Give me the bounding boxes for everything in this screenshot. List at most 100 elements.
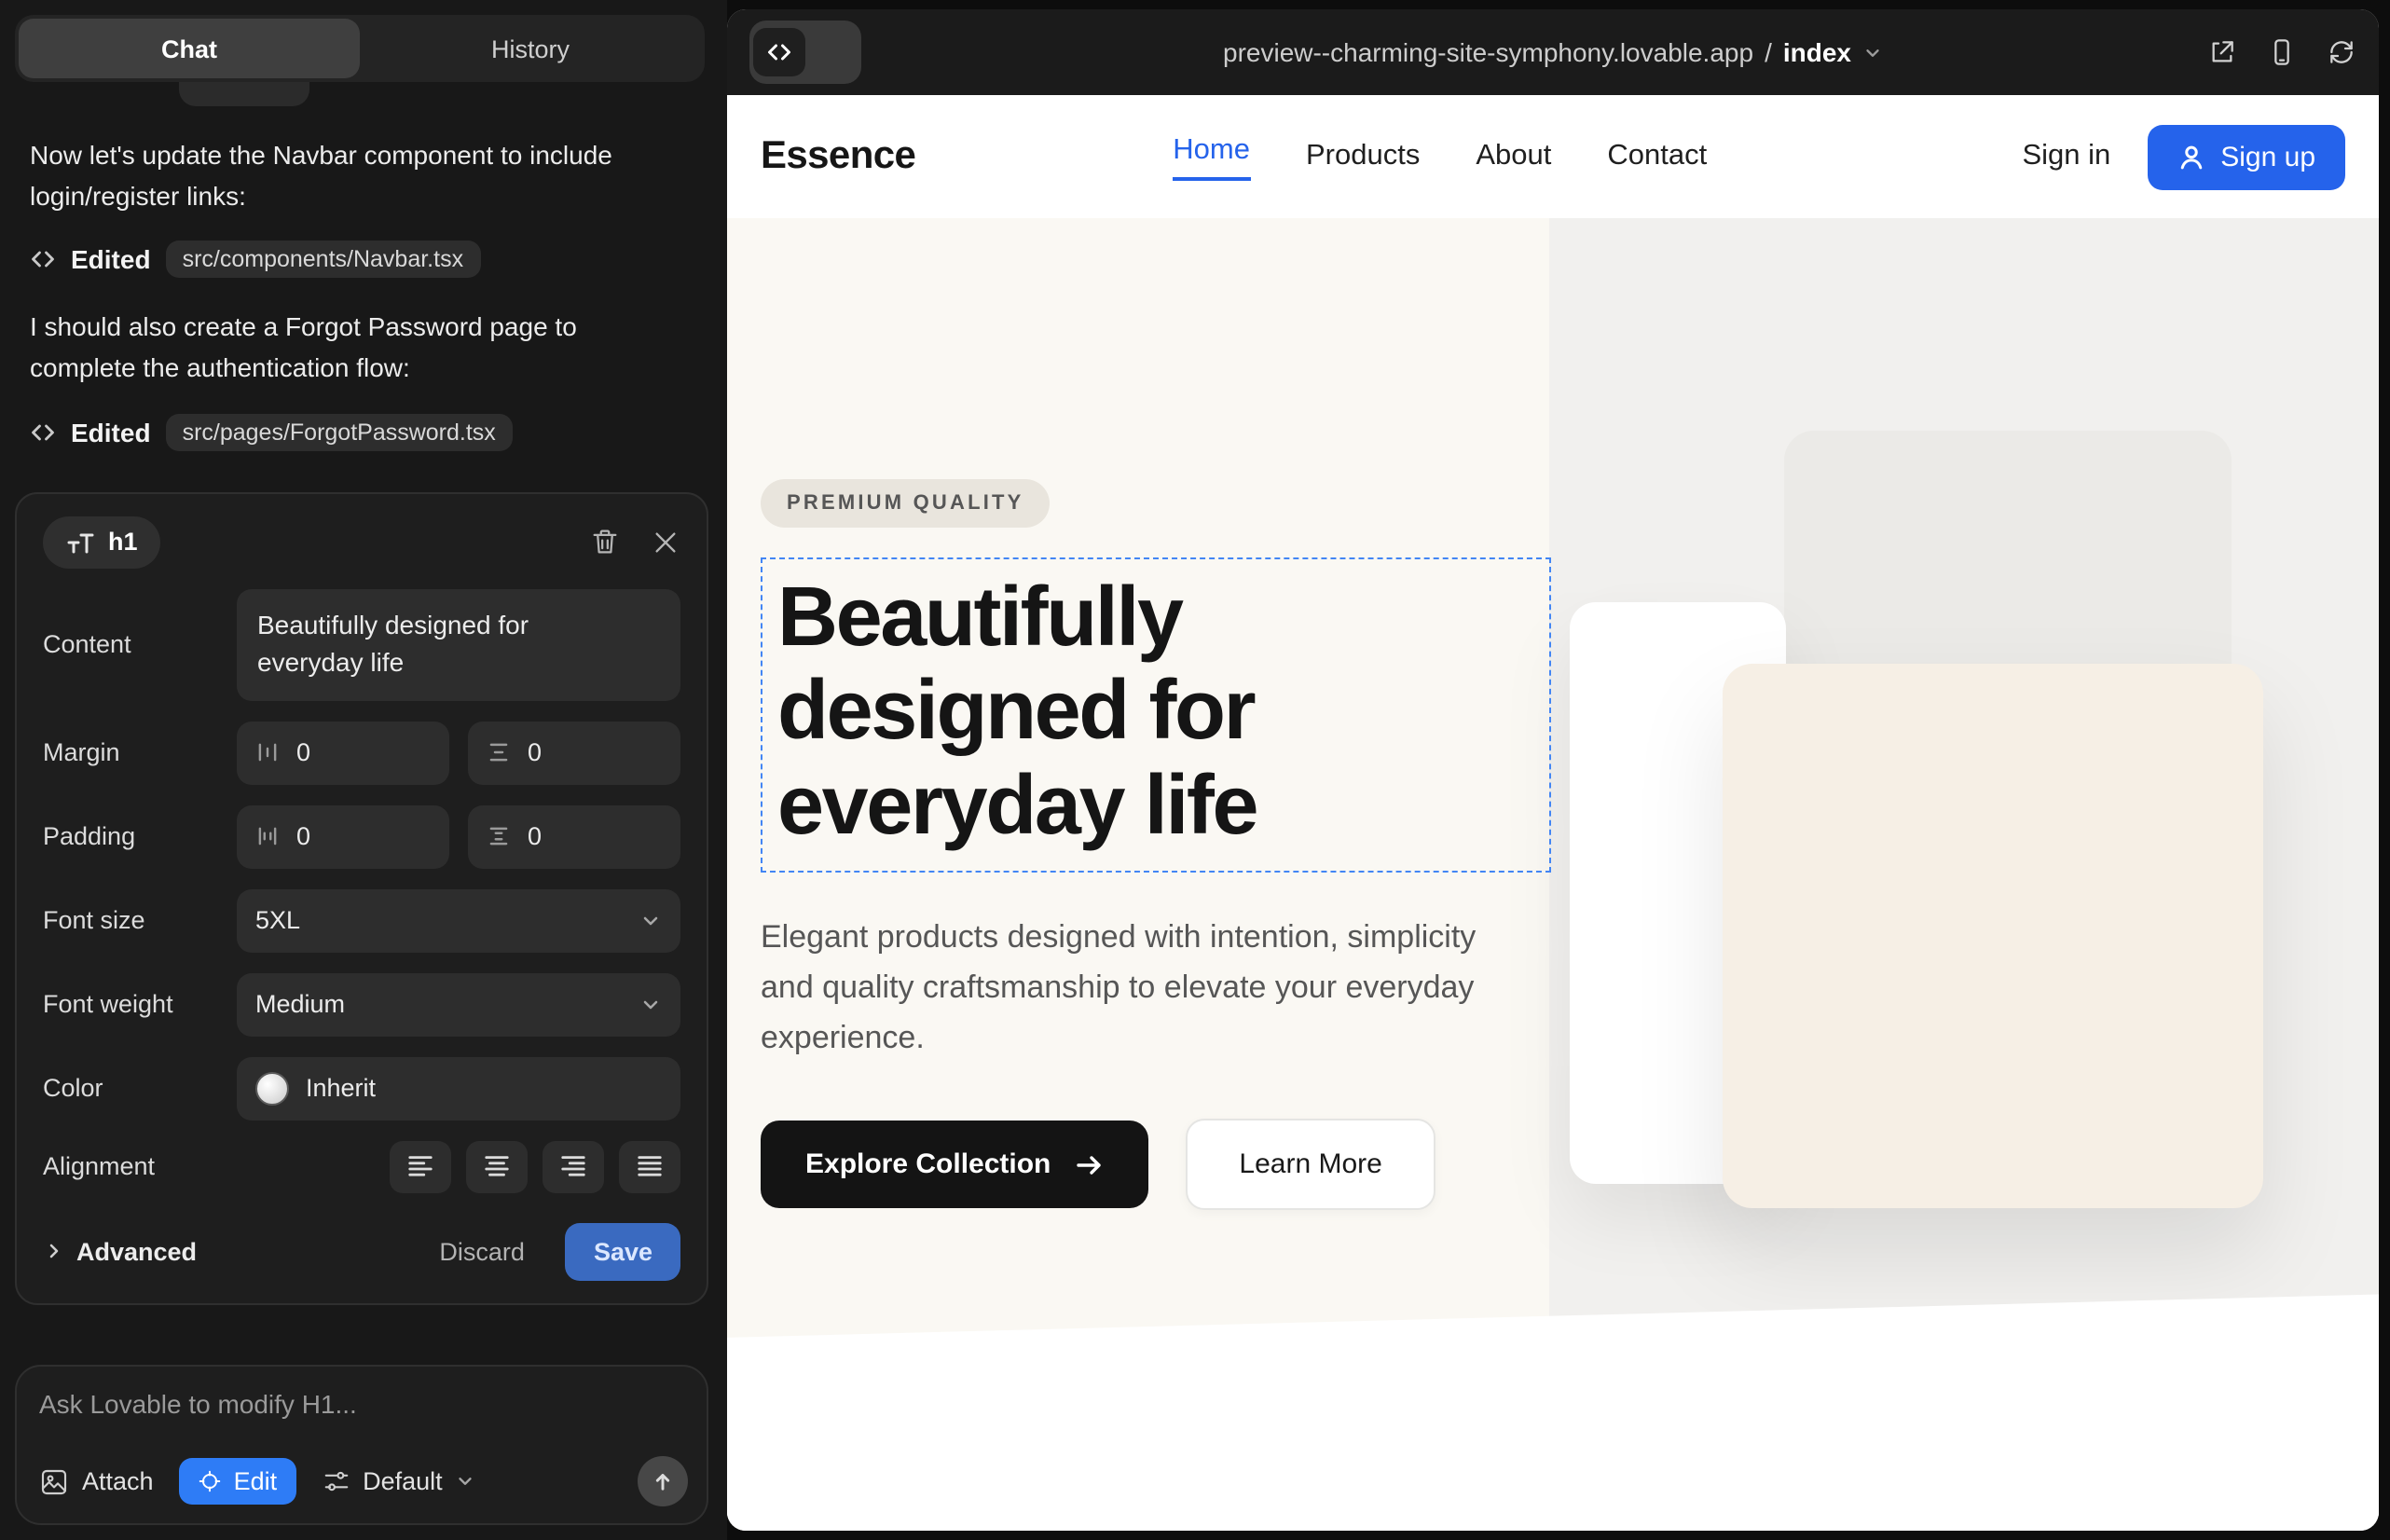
- padding-x-input[interactable]: 0: [237, 805, 449, 869]
- edit-mode-label: Edit: [234, 1467, 278, 1495]
- content-input[interactable]: Beautifully designed for everyday life: [237, 589, 680, 701]
- nav-link-home[interactable]: Home: [1173, 133, 1250, 180]
- font-size-select[interactable]: 5XL: [237, 889, 680, 953]
- margin-x-input[interactable]: 0: [237, 722, 449, 785]
- truncated-chip: [179, 82, 309, 106]
- color-select[interactable]: Inherit: [237, 1057, 680, 1121]
- color-row: Color Inherit: [43, 1057, 680, 1121]
- align-left-button[interactable]: [390, 1141, 451, 1193]
- send-button[interactable]: [638, 1456, 688, 1506]
- trash-icon: [589, 527, 621, 558]
- advanced-label: Advanced: [76, 1238, 197, 1266]
- align-center-icon: [483, 1153, 511, 1181]
- font-weight-row: Font weight Medium: [43, 973, 680, 1037]
- margin-x-value: 0: [296, 739, 310, 767]
- mobile-view-button[interactable]: [2267, 37, 2297, 67]
- code-view-toggle[interactable]: [749, 21, 861, 84]
- edit-mode-button[interactable]: Edit: [180, 1458, 296, 1505]
- explore-collection-label: Explore Collection: [805, 1148, 1051, 1180]
- nav-link-products[interactable]: Products: [1306, 140, 1420, 173]
- alignment-row: Alignment: [43, 1141, 680, 1193]
- explore-collection-button[interactable]: Explore Collection: [761, 1121, 1147, 1208]
- edited-label: Edited: [71, 245, 151, 275]
- margin-row: Margin 0 0: [43, 722, 680, 785]
- save-button[interactable]: Save: [566, 1223, 680, 1281]
- nav-link-about[interactable]: About: [1476, 140, 1551, 173]
- margin-label: Margin: [43, 739, 237, 767]
- app-root: Chat History Now let's update the Navbar…: [0, 0, 2390, 1540]
- edited-label: Edited: [71, 418, 151, 447]
- align-right-icon: [559, 1153, 587, 1181]
- attach-button[interactable]: Attach: [39, 1466, 154, 1496]
- open-external-button[interactable]: [2207, 37, 2237, 67]
- chat-composer[interactable]: Ask Lovable to modify H1... Attach Edit: [15, 1365, 708, 1525]
- padding-row: Padding 0 0: [43, 805, 680, 869]
- font-size-value: 5XL: [255, 907, 300, 935]
- padding-y-input[interactable]: 0: [468, 805, 680, 869]
- font-size-row: Font size 5XL: [43, 889, 680, 953]
- edited-file-chip[interactable]: src/pages/ForgotPassword.tsx: [166, 414, 513, 451]
- align-right-button[interactable]: [543, 1141, 604, 1193]
- margin-y-input[interactable]: 0: [468, 722, 680, 785]
- font-weight-label: Font weight: [43, 991, 237, 1019]
- align-left-icon: [406, 1153, 434, 1181]
- editor-footer: Advanced Discard Save: [43, 1223, 680, 1281]
- code-icon: [30, 419, 56, 446]
- preview-actions: [2207, 37, 2356, 67]
- site-logo[interactable]: Essence: [761, 134, 915, 179]
- composer-toolbar: Attach Edit Default: [39, 1456, 688, 1506]
- chevron-down-icon: [1862, 42, 1883, 62]
- margin-y-value: 0: [528, 739, 542, 767]
- text-size-icon: [65, 528, 95, 557]
- learn-more-button[interactable]: Learn More: [1185, 1119, 1435, 1210]
- padding-horizontal-icon: [255, 825, 280, 849]
- font-weight-value: Medium: [255, 991, 345, 1019]
- url-host: preview--charming-site-symphony.lovable.…: [1223, 37, 1753, 67]
- selected-element-outline[interactable]: Beautifully designed for everyday life: [761, 557, 1551, 873]
- align-justify-button[interactable]: [619, 1141, 680, 1193]
- nav-link-contact[interactable]: Contact: [1607, 140, 1707, 173]
- font-weight-select[interactable]: Medium: [237, 973, 680, 1037]
- editor-header: h1: [43, 516, 680, 569]
- chat-messages: Now let's update the Navbar component to…: [0, 136, 727, 451]
- refresh-button[interactable]: [2327, 37, 2356, 67]
- padding-x-value: 0: [296, 823, 310, 851]
- color-label: Color: [43, 1075, 237, 1103]
- code-icon: [766, 39, 792, 65]
- site-navbar: Essence Home Products About Contact Sign…: [727, 95, 2379, 218]
- close-icon: [651, 528, 680, 557]
- edited-file-row: Edited src/components/Navbar.tsx: [30, 241, 694, 279]
- url-path[interactable]: index: [1783, 37, 1851, 67]
- code-segment[interactable]: [753, 28, 805, 76]
- target-icon: [199, 1469, 223, 1493]
- sign-in-link[interactable]: Sign in: [2022, 140, 2110, 173]
- premium-quality-badge: PREMIUM QUALITY: [761, 479, 1051, 528]
- chevron-down-icon: [639, 994, 662, 1016]
- sign-up-button[interactable]: Sign up: [2148, 124, 2345, 189]
- chevron-right-icon: [43, 1241, 65, 1263]
- refresh-icon: [2327, 37, 2356, 67]
- smartphone-icon: [2267, 37, 2297, 67]
- model-selector[interactable]: Default: [322, 1467, 476, 1495]
- tab-chat[interactable]: Chat: [19, 19, 360, 78]
- preview-toolbar: preview--charming-site-symphony.lovable.…: [727, 9, 2379, 95]
- hero-heading[interactable]: Beautifully designed for everyday life: [777, 571, 1411, 852]
- hero-paragraph: Elegant products designed with intention…: [761, 914, 1491, 1063]
- advanced-toggle[interactable]: Advanced: [43, 1238, 197, 1266]
- composer-placeholder[interactable]: Ask Lovable to modify H1...: [39, 1389, 684, 1419]
- align-center-button[interactable]: [466, 1141, 528, 1193]
- padding-vertical-icon: [487, 825, 511, 849]
- edited-file-chip[interactable]: src/components/Navbar.tsx: [166, 241, 481, 279]
- hero-bottom-curve: [727, 1286, 2379, 1531]
- tab-history[interactable]: History: [360, 19, 701, 78]
- attach-label: Attach: [82, 1467, 154, 1495]
- selected-element-pill[interactable]: h1: [43, 516, 160, 569]
- discard-button[interactable]: Discard: [428, 1236, 536, 1268]
- margin-vertical-icon: [487, 741, 511, 765]
- site-nav-right: Sign in Sign up: [2022, 124, 2345, 189]
- chevron-down-icon: [639, 910, 662, 932]
- image-icon: [39, 1466, 69, 1496]
- model-label: Default: [363, 1467, 443, 1495]
- delete-element-button[interactable]: [589, 527, 621, 558]
- close-editor-button[interactable]: [651, 528, 680, 557]
